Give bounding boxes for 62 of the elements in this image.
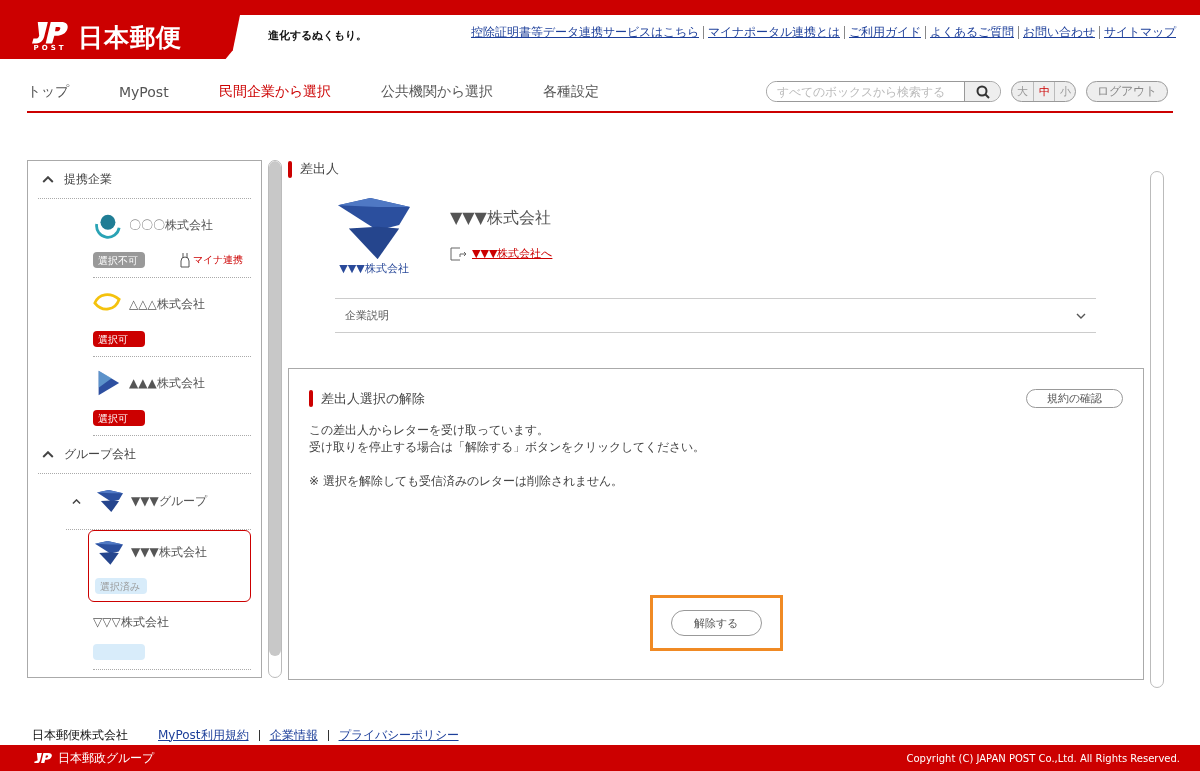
status-badge: 選択可 bbox=[93, 410, 145, 426]
status-badge: 選択不可 bbox=[93, 252, 145, 268]
nav-tab[interactable]: 民間企業から選択 bbox=[218, 82, 331, 101]
notice-text: この差出人からレターを受け取っています。 受け取りを停止する場合は「解除する」ボタンをクリックしてください。 bbox=[309, 422, 706, 457]
footer-company: 日本郵便株式会社 bbox=[32, 726, 128, 744]
footer-link[interactable]: MyPost利用規約 bbox=[148, 729, 259, 741]
selected-company-card[interactable]: ▼▼▼株式会社 選択済み bbox=[88, 530, 251, 602]
terms-button[interactable]: 規約の確認 bbox=[1026, 389, 1123, 409]
nav-tab[interactable]: 公共機関から選択 bbox=[380, 82, 493, 101]
font-size-button[interactable]: 中 bbox=[1033, 82, 1054, 101]
funnel-logo-icon bbox=[95, 541, 123, 565]
chevron-up-icon[interactable] bbox=[42, 175, 54, 184]
header-link[interactable]: ご利用ガイド bbox=[844, 26, 925, 39]
status-badge: 選択可 bbox=[93, 331, 145, 347]
company-name: 〇〇〇株式会社 bbox=[129, 216, 213, 234]
nav-tab[interactable]: トップ bbox=[27, 82, 69, 101]
section-title: 差出人 bbox=[300, 160, 339, 178]
company-name: ▽▽▽株式会社 bbox=[93, 613, 169, 631]
company-item[interactable]: △△△株式会社 選択可 bbox=[93, 278, 251, 357]
company-item[interactable]: ▲▲▲株式会社 選択可 bbox=[93, 357, 251, 436]
release-button[interactable]: 解除する bbox=[670, 610, 762, 637]
footer-link[interactable]: プライバシーポリシー bbox=[327, 729, 469, 741]
header-link[interactable]: マイナポータル連携とは bbox=[703, 26, 844, 39]
jp-logo-icon bbox=[34, 752, 52, 764]
chevron-up-icon[interactable] bbox=[42, 450, 54, 459]
group-name: 日本郵政グループ bbox=[58, 749, 154, 767]
search-icon bbox=[975, 84, 990, 99]
funnel-logo-icon bbox=[97, 490, 123, 513]
chevron-up-icon[interactable] bbox=[72, 498, 81, 505]
company-name: △△△株式会社 bbox=[129, 295, 205, 313]
external-link-icon bbox=[450, 246, 468, 261]
status-badge bbox=[93, 643, 145, 660]
group-name[interactable]: ▼▼▼グループ bbox=[131, 493, 207, 510]
group-label[interactable]: 提携企業 bbox=[64, 171, 112, 188]
nav-tab[interactable]: MyPost bbox=[119, 83, 169, 100]
jp-logo-icon bbox=[32, 22, 68, 44]
logo-caption: ▼▼▼株式会社 bbox=[339, 261, 409, 277]
header-link[interactable]: よくあるご質問 bbox=[925, 26, 1018, 39]
company-item[interactable]: ▽▽▽株式会社 bbox=[93, 601, 251, 670]
notice-note: ※ 選択を解除しても受信済みのレターは削除されません。 bbox=[309, 473, 624, 491]
nav-tab[interactable]: 各種設定 bbox=[542, 82, 599, 101]
mina-link-label: マイナ連携 bbox=[179, 252, 243, 268]
brand-name: 日本郵便 bbox=[78, 21, 182, 54]
company-item[interactable]: 〇〇〇株式会社 選択不可 マイナ連携 bbox=[93, 199, 251, 278]
company-name: ▼▼▼株式会社 bbox=[131, 544, 207, 562]
status-badge: 選択済み bbox=[95, 577, 147, 594]
header-link[interactable]: サイトマップ bbox=[1099, 26, 1180, 39]
header-link[interactable]: お問い合わせ bbox=[1018, 26, 1099, 39]
group-label[interactable]: グループ会社 bbox=[64, 446, 136, 463]
company-site-link[interactable]: ▼▼▼株式会社へ bbox=[472, 246, 553, 261]
panel-title: 差出人選択の解除 bbox=[321, 389, 425, 408]
footer-link[interactable]: 企業情報 bbox=[258, 729, 328, 741]
header-link[interactable]: 控除証明書等データ連携サービスはこちら bbox=[467, 26, 703, 39]
funnel-logo-icon bbox=[338, 198, 410, 260]
chevron-down-icon[interactable] bbox=[1076, 312, 1086, 319]
company-description-accordion[interactable]: 企業説明 bbox=[335, 298, 1096, 334]
search-button[interactable] bbox=[964, 82, 1000, 101]
tagline: 進化するぬくもり。 bbox=[268, 28, 367, 43]
copyright: Copyright (C) JAPAN POST Co.,Ltd. All Rights Reserved. bbox=[906, 752, 1180, 764]
company-name: ▲▲▲株式会社 bbox=[129, 374, 205, 392]
search-field[interactable]: すべてのボックスから検索する bbox=[766, 81, 1001, 102]
company-title: ▼▼▼株式会社 bbox=[450, 208, 552, 229]
